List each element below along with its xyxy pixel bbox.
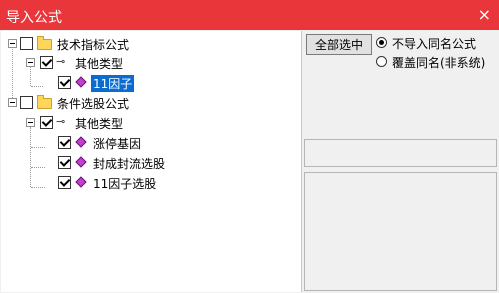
collapse-icon[interactable] [8,98,17,107]
item-checkbox[interactable] [58,136,71,149]
tree-subgroup-other[interactable]: ⊸ 其他类型 [1,115,261,133]
collapse-icon[interactable] [8,39,17,48]
tree-item-label: 11因子选股 [93,177,157,191]
description-field [304,139,497,167]
tree-subgroup-label: 其他类型 [75,57,124,71]
folder-icon [37,95,52,109]
formula-icon [75,136,87,148]
tree-item[interactable]: 封成封流选股 [1,155,261,173]
tree-group-technical[interactable]: 技术指标公式 [1,36,261,54]
radio-no-import[interactable] [376,37,387,48]
tree-group-label: 技术指标公式 [57,38,130,52]
options-panel: 全部选中 不导入同名公式 覆盖同名(非系统) [303,31,499,293]
close-icon[interactable]: × [478,5,491,24]
description-panel [304,172,497,291]
group-checkbox[interactable] [20,96,33,109]
tree-group-screening[interactable]: 条件选股公式 [1,95,261,113]
tree-item-label-selected: 11因子 [91,75,135,92]
collapse-icon[interactable] [26,58,35,67]
radio-overwrite[interactable] [376,56,387,67]
radio-no-import-label[interactable]: 不导入同名公式 [392,35,476,52]
item-checkbox[interactable] [58,156,71,169]
tree-subgroup-label: 其他类型 [75,117,124,131]
folder-icon [37,36,52,50]
window-title: 导入公式 [6,10,62,26]
select-all-button[interactable]: 全部选中 [306,34,372,55]
group-checkbox[interactable] [20,37,33,50]
item-checkbox[interactable] [58,176,71,189]
radio-overwrite-label[interactable]: 覆盖同名(非系统) [392,54,485,71]
tree-group-label: 条件选股公式 [57,97,130,111]
tree-subgroup-other[interactable]: ⊸ 其他类型 [1,55,261,73]
formula-tree: 技术指标公式 ⊸ 其他类型 11因子 条件选股公式 ⊸ 其他类型 涨停基因 封成… [1,31,302,292]
key-icon: ⊸ [56,115,66,128]
key-icon: ⊸ [56,55,66,68]
tree-item-label: 封成封流选股 [93,157,166,171]
formula-icon [75,76,87,88]
item-checkbox[interactable] [58,76,71,89]
subgroup-checkbox[interactable] [40,116,53,129]
subgroup-checkbox[interactable] [40,56,53,69]
collapse-icon[interactable] [26,118,35,127]
formula-icon [75,156,87,168]
tree-item[interactable]: 11因子选股 [1,175,261,193]
tree-item[interactable]: 涨停基因 [1,135,261,153]
tree-item[interactable]: 11因子 [1,75,261,93]
title-bar: 导入公式 × [0,0,499,30]
tree-item-label: 涨停基因 [93,137,142,151]
formula-icon [75,176,87,188]
